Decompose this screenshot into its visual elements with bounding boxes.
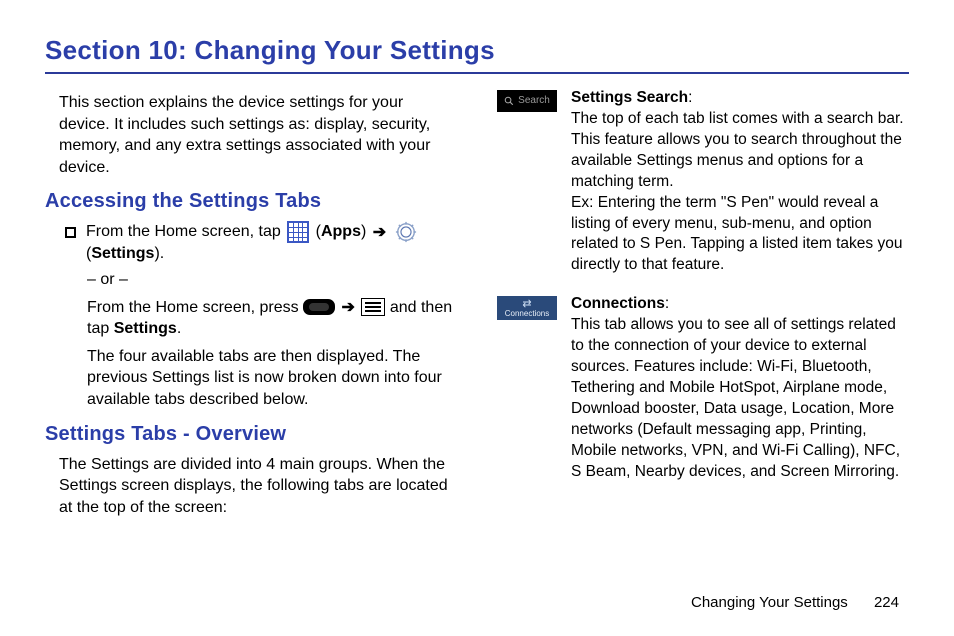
search-body: The top of each tab list comes with a se… [571, 110, 904, 190]
footer-text: Changing Your Settings [691, 594, 848, 611]
settings-label: Settings [91, 245, 154, 262]
page-footer: Changing Your Settings 224 [691, 594, 899, 611]
step2-a: From the Home screen, press [87, 299, 303, 316]
arrow-icon: ➔ [342, 299, 355, 316]
connections-body: This tab allows you to see all of settin… [571, 316, 900, 479]
right-column: Search Settings Search: The top of each … [497, 88, 909, 518]
title-rule [45, 72, 909, 74]
tabs-note: The four available tabs are then display… [87, 346, 457, 411]
square-bullet-icon [65, 227, 76, 238]
search-example: Ex: Entering the term "S Pen" would reve… [571, 194, 902, 274]
connections-row: ⇄ Connections Connections: This tab allo… [497, 294, 909, 482]
search-chip: Search [497, 90, 557, 112]
left-column: This section explains the device setting… [45, 88, 457, 518]
heading-overview: Settings Tabs - Overview [45, 421, 457, 448]
home-button-icon [303, 299, 335, 315]
step2-text: From the Home screen, press ➔ and then t… [87, 297, 457, 340]
menu-icon [361, 298, 385, 316]
step2-after: . [177, 320, 181, 337]
arrow-icon: ➔ [373, 224, 386, 241]
apps-icon [287, 221, 309, 243]
intro-text: This section explains the device setting… [59, 92, 457, 178]
search-desc: Settings Search: The top of each tab lis… [571, 88, 909, 276]
content-columns: This section explains the device setting… [45, 88, 909, 518]
search-chip-label: Search [518, 94, 550, 108]
apps-label: Apps [321, 224, 361, 241]
step2-settings: Settings [114, 320, 177, 337]
connections-desc: Connections: This tab allows you to see … [571, 294, 909, 482]
page-title: Section 10: Changing Your Settings [45, 35, 909, 66]
heading-accessing: Accessing the Settings Tabs [45, 188, 457, 215]
page-number: 224 [874, 594, 899, 611]
or-text: – or – [87, 269, 457, 291]
step-body: From the Home screen, tap (Apps) ➔ [86, 221, 457, 265]
connections-chip-label: Connections [499, 310, 555, 318]
connections-title: Connections [571, 295, 665, 312]
search-icon [504, 96, 514, 106]
connections-chip: ⇄ Connections [497, 296, 557, 320]
overview-text: The Settings are divided into 4 main gro… [59, 454, 457, 519]
search-title: Settings Search [571, 89, 688, 106]
step1-text-a: From the Home screen, tap [86, 224, 285, 241]
step-bullet: From the Home screen, tap (Apps) ➔ [65, 221, 457, 265]
settings-gear-icon [395, 221, 417, 243]
search-row: Search Settings Search: The top of each … [497, 88, 909, 276]
